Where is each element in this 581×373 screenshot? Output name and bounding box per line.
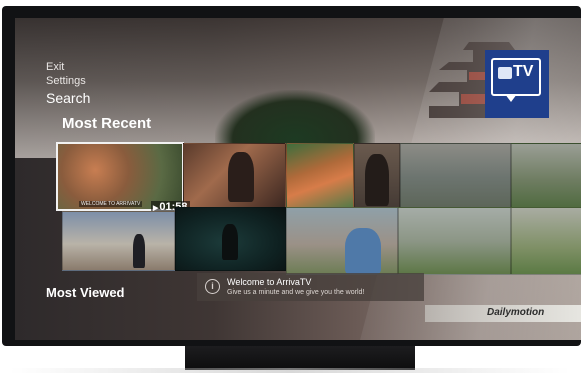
tv-stand xyxy=(185,346,415,370)
person-figure xyxy=(133,234,145,268)
toast-subtitle: Give us a minute and we give you the wor… xyxy=(227,289,365,296)
menu-item-search[interactable]: Search xyxy=(46,89,90,107)
video-thumbnail[interactable] xyxy=(400,143,511,210)
video-thumbnail[interactable] xyxy=(511,143,581,210)
person-figure xyxy=(365,154,389,206)
welcome-toast: i Welcome to ArrivaTV Give us a minute a… xyxy=(197,273,424,301)
video-thumbnail[interactable] xyxy=(183,143,286,210)
video-thumbnail[interactable] xyxy=(354,143,400,210)
video-caption: WELCOME TO ARRIVATV xyxy=(79,201,143,207)
video-thumbnail[interactable] xyxy=(56,142,184,211)
info-icon: i xyxy=(205,279,220,294)
video-thumbnail[interactable] xyxy=(398,207,511,275)
tv-screen: Exit Settings Search Most Recent WELCOME… xyxy=(15,18,581,340)
most-recent-heading: Most Recent xyxy=(62,115,152,132)
menu-item-exit[interactable]: Exit xyxy=(46,60,90,74)
video-thumbnail[interactable] xyxy=(511,207,581,275)
menu-item-settings[interactable]: Settings xyxy=(46,74,90,88)
logo-text: TV xyxy=(513,63,534,80)
person-figure xyxy=(228,152,254,202)
video-thumbnail[interactable] xyxy=(286,207,398,275)
book-icon xyxy=(498,67,512,79)
video-thumbnail[interactable] xyxy=(175,207,286,271)
stand-reflection xyxy=(10,368,570,373)
person-figure xyxy=(222,224,238,260)
dailymotion-logo: Dailymotion xyxy=(487,307,545,318)
video-thumbnail[interactable] xyxy=(286,143,354,210)
provider-bar: Dailymotion xyxy=(425,305,581,322)
toast-title: Welcome to ArrivaTV xyxy=(227,277,312,287)
most-viewed-heading: Most Viewed xyxy=(46,285,125,300)
video-thumbnail[interactable] xyxy=(62,211,175,271)
main-menu: Exit Settings Search xyxy=(46,60,90,107)
logo-bubble-tail xyxy=(505,94,517,102)
person-figure xyxy=(345,228,381,274)
arrivatv-logo[interactable]: TV xyxy=(485,50,549,118)
